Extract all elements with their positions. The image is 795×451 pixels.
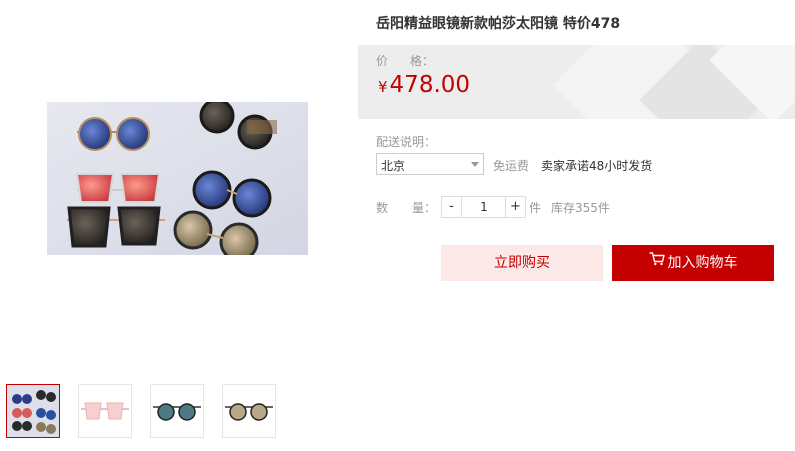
quantity-label-char-1: 数 (376, 201, 389, 215)
main-product-image (47, 102, 308, 255)
price-label-char-2: 格： (410, 54, 435, 68)
quantity-increase-button[interactable]: + (505, 197, 525, 217)
quantity-label: 数 量： (376, 199, 436, 216)
quantity-unit: 件 (529, 201, 542, 215)
price-value: ¥478.00 (378, 72, 470, 98)
currency-symbol: ¥ (378, 78, 388, 96)
buy-now-button[interactable]: 立即购买 (441, 245, 603, 281)
shipping-label: 配送说明： (376, 135, 437, 149)
add-to-cart-button[interactable]: 加入购物车 (612, 245, 774, 281)
price-amount: 478.00 (389, 72, 471, 98)
free-shipping-text: 免运费 (493, 159, 530, 173)
quantity-input[interactable] (463, 197, 505, 217)
stock-count: 库存355件 (551, 201, 610, 215)
quantity-label-char-2: 量： (412, 201, 437, 215)
price-panel: 价 格： ¥478.00 (358, 45, 795, 119)
buy-now-label: 立即购买 (494, 255, 550, 271)
chevron-down-icon (471, 162, 479, 167)
price-label-char-1: 价 (376, 54, 389, 68)
region-selected-value: 北京 (381, 159, 406, 173)
price-label: 价 格： (376, 52, 434, 69)
shipping-promise: 卖家承诺48小时发货 (541, 159, 653, 173)
quantity-decrease-button[interactable]: - (442, 197, 462, 217)
thumbnail-4[interactable] (222, 384, 276, 438)
thumbnail-2[interactable] (78, 384, 132, 438)
quantity-stepper: - + (441, 196, 526, 218)
add-to-cart-label: 加入购物车 (667, 255, 738, 271)
thumbnail-3[interactable] (150, 384, 204, 438)
product-title: 岳阳精益眼镜新款帕莎太阳镜 特价478 (376, 16, 621, 32)
region-select[interactable]: 北京 (376, 153, 484, 175)
shopping-cart-icon (648, 244, 665, 280)
thumbnail-1[interactable] (6, 384, 60, 438)
